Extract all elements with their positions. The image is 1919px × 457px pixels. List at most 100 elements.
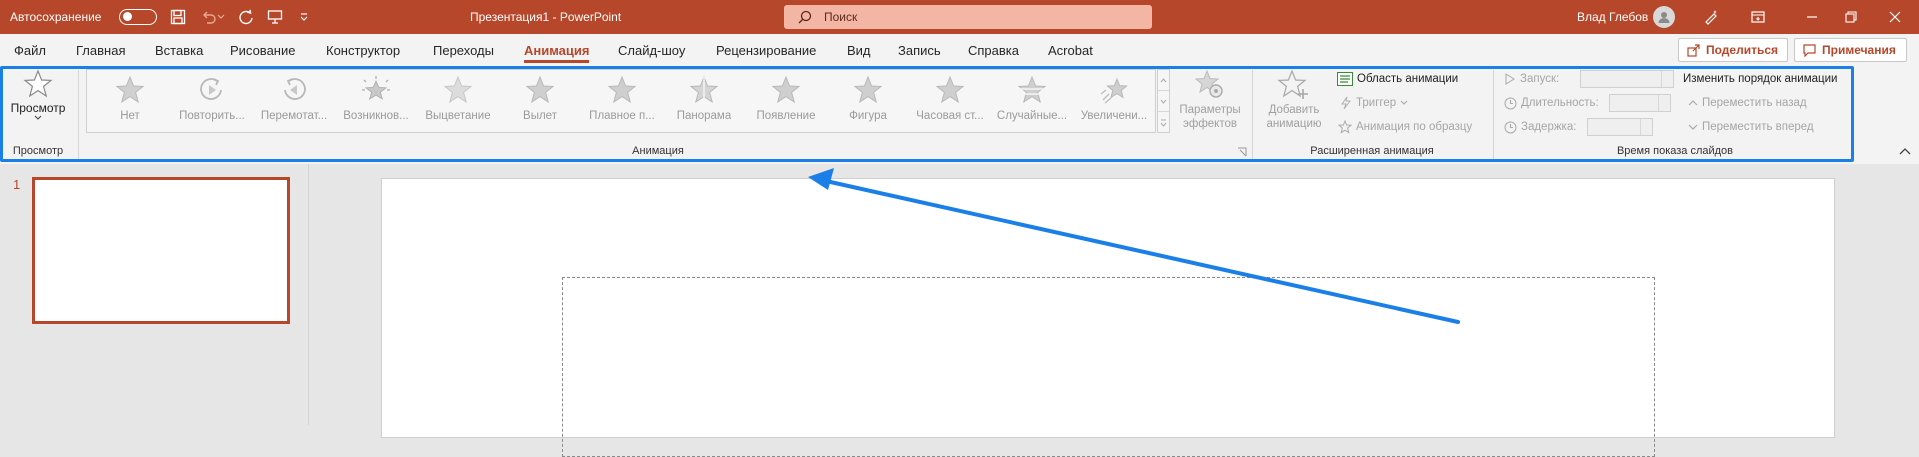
animation-fly-in[interactable]: Вылет [499, 70, 581, 134]
save-icon[interactable] [169, 8, 187, 26]
animation-wipe[interactable]: Появление [745, 70, 827, 134]
chevron-up-icon [1688, 100, 1698, 106]
redo-icon[interactable] [237, 8, 255, 26]
gallery-scroll-up[interactable] [1158, 70, 1169, 91]
content-placeholder[interactable] [562, 277, 1655, 457]
restore-icon[interactable] [1841, 7, 1861, 27]
gallery-more-button[interactable] [1158, 112, 1169, 133]
search-icon [798, 10, 812, 24]
search-box[interactable]: Поиск [784, 5, 1152, 29]
duration-spinner[interactable] [1609, 94, 1671, 112]
toggle-knob [123, 12, 132, 21]
share-button[interactable]: Поделиться [1678, 38, 1788, 62]
move-later-button[interactable]: Переместить вперед [1688, 117, 1814, 137]
animation-replay[interactable]: Повторить... [171, 70, 253, 134]
move-earlier-label: Переместить назад [1702, 97, 1807, 109]
animation-none[interactable]: Нет [89, 70, 171, 134]
animation-label: Случайные... [996, 110, 1068, 122]
animation-appear[interactable]: Возникнов... [335, 70, 417, 134]
comments-button[interactable]: Примечания [1794, 38, 1907, 62]
add-animation-label: Добавить анимацию [1266, 104, 1322, 130]
animations-ribbon: Просмотр Просмотр Нет Повторить... Перем… [0, 66, 1919, 164]
group-separator [78, 70, 79, 162]
delay-spinner[interactable] [1587, 118, 1653, 136]
add-animation-button[interactable]: Добавить анимацию [1258, 69, 1330, 131]
fade-star-icon [443, 76, 473, 104]
advanced-animation-group-label: Расширенная анимация [1310, 145, 1434, 157]
animation-label: Нет [120, 110, 140, 122]
start-dropdown[interactable] [1580, 70, 1674, 88]
gallery-scroll-down[interactable] [1158, 91, 1169, 112]
autosave-toggle[interactable] [119, 9, 157, 25]
animation-random-bars[interactable]: Случайные... [991, 70, 1073, 134]
replay-icon [200, 78, 222, 100]
gallery-scroll [1157, 69, 1170, 133]
autosave-label: Автосохранение [10, 10, 102, 24]
tab-animations[interactable]: Анимация [524, 34, 590, 66]
animation-fade[interactable]: Выцветание [417, 70, 499, 134]
animation-label: Увеличени... [1080, 110, 1148, 122]
customize-qat-icon[interactable] [295, 8, 313, 26]
animation-grow-turn[interactable]: Увеличени... [1073, 70, 1155, 134]
preview-button[interactable]: Просмотр [6, 69, 70, 141]
collapse-ribbon-icon[interactable] [1898, 146, 1912, 160]
animation-painter-button[interactable]: Анимация по образцу [1338, 117, 1472, 137]
tab-slideshow[interactable]: Слайд-шоу [618, 34, 685, 66]
grow-turn-star-icon [1100, 77, 1128, 104]
close-icon[interactable] [1885, 7, 1905, 27]
trigger-button[interactable]: Триггер [1340, 93, 1412, 113]
preview-star-icon [23, 69, 53, 98]
spinner-arrows-icon [1658, 95, 1670, 111]
minimize-icon[interactable] [1802, 7, 1822, 27]
tab-transitions[interactable]: Переходы [433, 34, 494, 66]
start-label: Запуск: [1520, 73, 1560, 85]
slide-thumbnails-pane: 1 [0, 164, 309, 425]
search-placeholder: Поиск [824, 10, 858, 24]
animation-split[interactable]: Панорама [663, 70, 745, 134]
tab-review[interactable]: Рецензирование [716, 34, 816, 66]
slide-canvas[interactable] [381, 178, 1835, 457]
tab-file[interactable]: Файл [14, 34, 46, 66]
animation-rewind[interactable]: Перемотат... [253, 70, 335, 134]
comment-icon [1803, 43, 1816, 57]
delay-field-label: Задержка: [1504, 117, 1576, 137]
effect-options-button[interactable]: Параметры эффектов [1174, 69, 1246, 131]
animation-label: Часовая ст... [916, 110, 984, 122]
tab-acrobat[interactable]: Acrobat [1048, 34, 1093, 66]
appear-burst-icon [362, 76, 390, 100]
group-separator [1252, 70, 1253, 162]
document-title: Презентация1 - PowerPoint [470, 10, 622, 24]
tab-insert[interactable]: Вставка [155, 34, 203, 66]
animation-group-label: Анимация [632, 145, 684, 157]
animation-painter-icon [1338, 120, 1352, 134]
animation-shape[interactable]: Фигура [827, 70, 909, 134]
user-icon [1658, 12, 1670, 23]
tab-help[interactable]: Справка [968, 34, 1019, 66]
reorder-title: Изменить порядок анимации [1683, 73, 1838, 85]
tab-record[interactable]: Запись [898, 34, 941, 66]
animation-label: Повторить... [179, 110, 245, 122]
animation-float-in[interactable]: Плавное п... [581, 70, 663, 134]
tab-view[interactable]: Вид [847, 34, 871, 66]
user-name[interactable]: Влад Глебов [1577, 0, 1648, 34]
tab-draw[interactable]: Рисование [230, 34, 295, 66]
dialog-launcher-icon[interactable] [1237, 147, 1247, 157]
chevron-down-icon [1688, 124, 1698, 130]
animation-wheel[interactable]: Часовая ст... [909, 70, 991, 134]
undo-dropdown-icon[interactable] [216, 8, 226, 26]
avatar[interactable] [1653, 6, 1675, 28]
move-earlier-button[interactable]: Переместить назад [1688, 93, 1807, 113]
preview-label: Просмотр [10, 101, 66, 115]
share-label: Поделиться [1706, 43, 1779, 57]
wipe-star-icon [771, 76, 801, 104]
tab-design[interactable]: Конструктор [326, 34, 400, 66]
rewind-icon [284, 78, 306, 100]
ribbon-display-options-icon[interactable] [1748, 7, 1768, 27]
slide-thumbnail[interactable] [32, 177, 290, 324]
tab-home[interactable]: Главная [76, 34, 125, 66]
chevron-down-icon [34, 115, 42, 120]
designer-pen-icon[interactable] [1701, 7, 1721, 27]
present-icon[interactable] [266, 8, 284, 26]
delay-label: Задержка: [1521, 121, 1577, 133]
animation-pane-button[interactable]: Область анимации [1337, 69, 1458, 89]
